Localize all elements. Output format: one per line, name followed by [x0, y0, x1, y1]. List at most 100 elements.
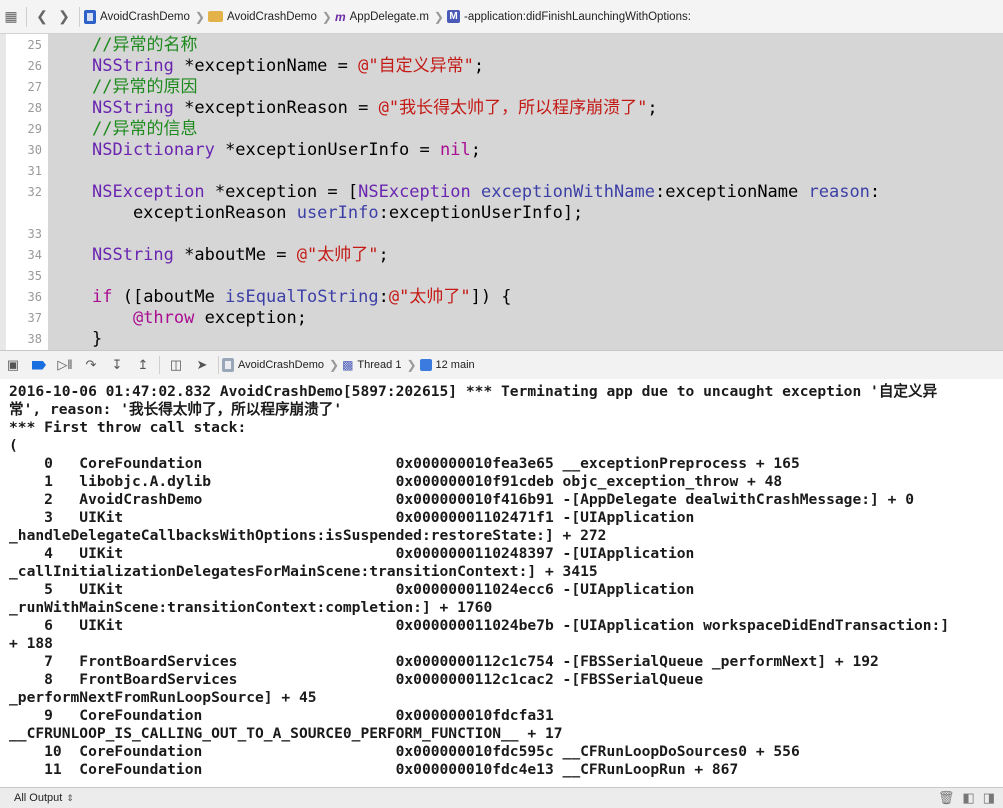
app-icon: [222, 358, 234, 372]
breakpoint-icon: [32, 360, 46, 370]
console-line: __CFRUNLOOP_IS_CALLING_OUT_TO_A_SOURCE0_…: [9, 725, 563, 742]
line-number: 34: [27, 248, 42, 262]
view-hierarchy-icon[interactable]: ◫: [163, 354, 189, 376]
console-line: *** First throw call stack:: [9, 419, 247, 436]
debug-bar: ▣ ▷‖ ↷ ↧ ↥ ◫ ➤ AvoidCrashDemo ❯ ▩ Thread…: [0, 350, 1003, 380]
debug-target[interactable]: AvoidCrashDemo: [222, 358, 324, 372]
chevron-right-icon: ❯: [329, 358, 340, 372]
forward-arrow-icon[interactable]: ❯: [53, 6, 75, 28]
console-line: 7 FrontBoardServices 0x0000000112c1c754 …: [9, 653, 879, 670]
console-line: 9 CoreFoundation 0x000000010fdcfa31: [9, 707, 554, 724]
debug-target-label: AvoidCrashDemo: [238, 359, 325, 371]
breadcrumb-method[interactable]: M -application:didFinishLaunchingWithOpt…: [446, 10, 691, 23]
code-line: if ([aboutMe isEqualToString:@"太帅了"]) {: [92, 287, 512, 307]
console-line: _callInitializationDelegatesForMainScene…: [9, 563, 598, 580]
step-into-icon[interactable]: ↧: [104, 354, 130, 376]
debug-frame-label: 12 main: [435, 359, 475, 371]
line-number: 37: [27, 311, 42, 325]
breadcrumb-label: -application:didFinishLaunchingWithOptio…: [463, 10, 691, 23]
breadcrumb-label: AppDelegate.m: [349, 10, 429, 23]
breakpoints-toggle-button[interactable]: [26, 354, 52, 376]
code-editor[interactable]: 25 26 27 28 29 30 31 32 33 34 35 36 37 3…: [0, 34, 1003, 350]
code-line: }: [92, 329, 103, 349]
console-line: 0 CoreFoundation 0x000000010fea3e65 __ex…: [9, 455, 800, 472]
chevron-right-icon: ❯: [406, 358, 417, 372]
output-filter-label: All Output: [14, 792, 63, 804]
console-line: 1 libobjc.A.dylib 0x000000010f91cdeb obj…: [9, 473, 783, 490]
divider: [26, 6, 27, 27]
console-line: 11 CoreFoundation 0x000000010fdc4e13 __C…: [9, 761, 739, 778]
code-line: NSString *aboutMe = @"太帅了";: [92, 245, 389, 265]
breadcrumb-label: AvoidCrashDemo: [226, 10, 317, 23]
line-number: 30: [27, 143, 42, 157]
console-line: _handleDelegateCallbacksWithOptions:isSu…: [9, 527, 607, 544]
line-number: 28: [27, 101, 42, 115]
console-line: 常', reason: '我长得太帅了，所以程序崩溃了': [9, 401, 343, 418]
chevron-right-icon: ❯: [321, 9, 332, 24]
code-line: exceptionReason userInfo:exceptionUserIn…: [92, 203, 584, 223]
line-number: 29: [27, 122, 42, 136]
continue-icon[interactable]: ▷‖: [52, 354, 78, 376]
related-items-icon[interactable]: ▦: [0, 6, 22, 28]
output-filter-select[interactable]: All Output ⇕: [0, 792, 74, 804]
breadcrumb-label: AvoidCrashDemo: [100, 10, 190, 23]
console-line: 3 UIKit 0x00000001102471f1 -[UIApplicati…: [9, 509, 695, 526]
code-line: NSString *exceptionName = @"自定义异常";: [92, 56, 485, 76]
console-line: 2016-10-06 01:47:02.832 AvoidCrashDemo[5…: [9, 383, 938, 400]
back-arrow-icon[interactable]: ❮: [31, 6, 53, 28]
line-number: 25: [27, 38, 42, 52]
line-number: 27: [27, 80, 42, 94]
split-left-icon[interactable]: ◧: [962, 790, 974, 806]
step-over-icon[interactable]: ↷: [78, 354, 104, 376]
debug-frame[interactable]: 12 main: [419, 359, 475, 371]
line-number: 31: [27, 164, 42, 178]
code-line: //异常的名称: [92, 35, 198, 55]
code-line: @throw exception;: [132, 308, 307, 328]
breadcrumb-file[interactable]: m AppDelegate.m: [335, 10, 429, 24]
line-number: 36: [27, 290, 42, 304]
console-line: 5 UIKit 0x000000011024ecc6 -[UIApplicati…: [9, 581, 695, 598]
method-icon: M: [446, 10, 460, 23]
console-line: (: [9, 437, 18, 454]
console-line: _performNextFromRunLoopSource] + 45: [9, 689, 317, 706]
line-number: 33: [27, 227, 42, 241]
project-icon: [84, 9, 96, 24]
folder-icon: [207, 11, 223, 22]
divider: [218, 356, 219, 374]
console-output[interactable]: 2016-10-06 01:47:02.832 AvoidCrashDemo[5…: [0, 379, 1003, 787]
code-line: //异常的原因: [92, 77, 198, 97]
objc-file-icon: m: [334, 9, 346, 24]
line-number: 35: [27, 269, 42, 283]
split-right-icon[interactable]: ◨: [983, 790, 995, 806]
divider: [79, 6, 80, 27]
console-line: 8 FrontBoardServices 0x0000000112c1cac2 …: [9, 671, 704, 688]
step-out-icon[interactable]: ↥: [130, 354, 156, 376]
divider: [159, 356, 160, 374]
console-line: + 188: [9, 635, 53, 652]
jump-bar: ▦ ❮ ❯ AvoidCrashDemo ❯ AvoidCrashDemo ❯ …: [0, 0, 1003, 34]
trash-icon[interactable]: 🗑: [938, 790, 955, 806]
console-line: 10 CoreFoundation 0x000000010fdc595c __C…: [9, 743, 800, 760]
breadcrumb-project[interactable]: AvoidCrashDemo: [84, 9, 190, 24]
thread-icon: ▩: [342, 358, 354, 372]
chevron-right-icon: ❯: [433, 9, 444, 24]
console-line: _runWithMainScene:transitionContext:comp…: [9, 599, 493, 616]
line-number: 26: [27, 59, 42, 73]
debug-thread[interactable]: ▩ Thread 1: [342, 358, 401, 372]
code-line: //异常的信息: [92, 119, 198, 139]
debug-thread-label: Thread 1: [357, 359, 402, 371]
code-line: NSException *exception = [NSException ex…: [92, 182, 881, 202]
chevron-right-icon: ❯: [194, 9, 205, 24]
console-bottom-bar: All Output ⇕ 🗑 ◧ ◨: [0, 787, 1003, 808]
line-number: 32: [27, 185, 42, 199]
console-line: 6 UIKit 0x000000011024be7b -[UIApplicati…: [9, 617, 950, 634]
hide-debug-area-icon[interactable]: ▣: [0, 354, 26, 376]
code-line: NSDictionary *exceptionUserInfo = nil;: [92, 140, 481, 160]
line-number: 38: [27, 332, 42, 346]
chevron-updown-icon: ⇕: [66, 792, 74, 803]
location-icon[interactable]: ➤: [189, 354, 215, 376]
console-line: 4 UIKit 0x0000000110248397 -[UIApplicati…: [9, 545, 695, 562]
stack-frame-icon: [419, 359, 432, 371]
code-line: NSString *exceptionReason = @"我长得太帅了，所以程…: [92, 98, 658, 118]
breadcrumb-folder[interactable]: AvoidCrashDemo: [207, 10, 317, 23]
